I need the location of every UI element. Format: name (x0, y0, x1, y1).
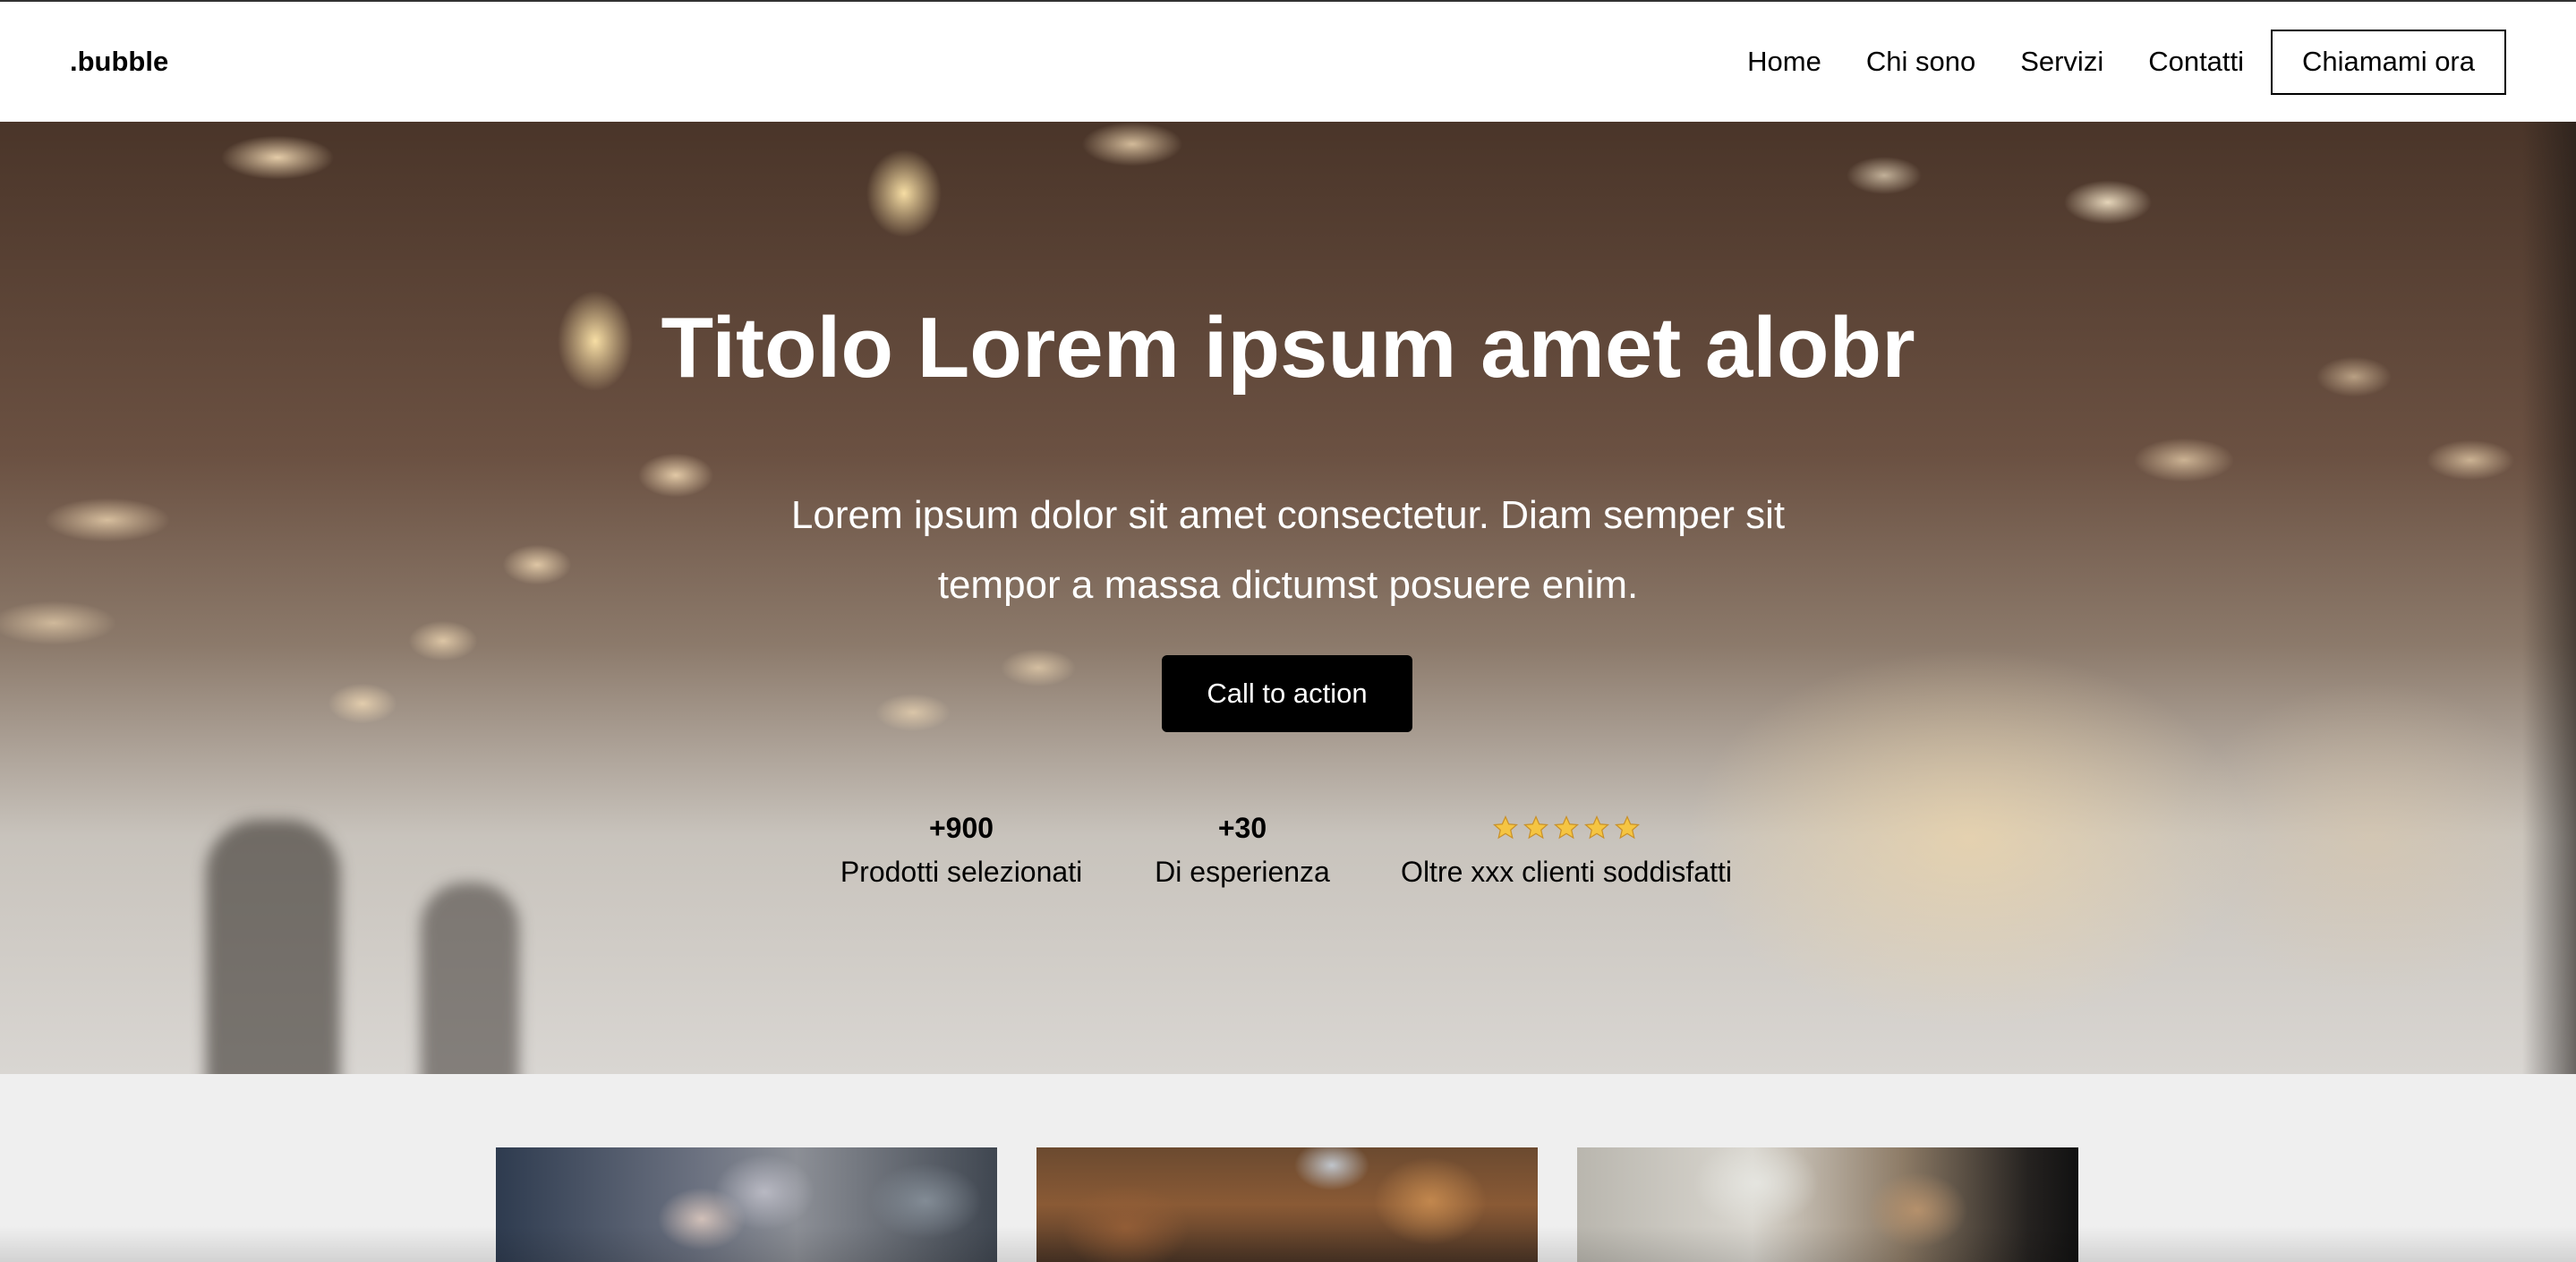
nav-links: Home Chi sono Servizi Contatti Chiamami … (1747, 29, 2506, 95)
nav-link-contatti[interactable]: Contatti (2148, 46, 2244, 78)
call-now-button[interactable]: Chiamami ora (2271, 29, 2506, 95)
stat-products: +900 Prodotti selezionati (836, 806, 1087, 894)
stats-row: +900 Prodotti selezionati +30 Di esperie… (0, 806, 2576, 905)
bottom-shadow (0, 1226, 2576, 1262)
hero-title: Titolo Lorem ipsum amet alobr (661, 300, 1915, 396)
star-icon (1583, 814, 1610, 840)
stat-experience-label: Di esperienza (1155, 856, 1330, 888)
stat-experience: +30 Di esperienza (1144, 806, 1341, 894)
nav-link-chi-sono[interactable]: Chi sono (1866, 46, 1975, 78)
stat-rating-label: Oltre xxx clienti soddisfatti (1401, 856, 1732, 888)
stat-rating: Oltre xxx clienti soddisfatti (1396, 806, 1736, 894)
stat-experience-value: +30 (1217, 812, 1267, 844)
stat-products-value: +900 (928, 812, 994, 844)
star-icon (1614, 814, 1641, 840)
stat-products-label: Prodotti selezionati (840, 856, 1083, 888)
call-to-action-button[interactable]: Call to action (1162, 655, 1412, 732)
star-icon (1553, 814, 1580, 840)
hero-content: Titolo Lorem ipsum amet alobr Lorem ipsu… (0, 122, 2576, 1074)
star-icon (1523, 814, 1549, 840)
star-icon (1492, 814, 1519, 840)
hero-section: Titolo Lorem ipsum amet alobr Lorem ipsu… (0, 122, 2576, 1074)
navbar: .bubble Home Chi sono Servizi Contatti C… (0, 0, 2576, 122)
logo[interactable]: .bubble (70, 46, 168, 78)
rating-stars (1492, 806, 1641, 849)
cards-section (0, 1074, 2576, 1262)
nav-link-servizi[interactable]: Servizi (2020, 46, 2103, 78)
nav-link-home[interactable]: Home (1747, 46, 1821, 78)
hero-subtitle: Lorem ipsum dolor sit amet consectetur. … (790, 493, 1786, 607)
